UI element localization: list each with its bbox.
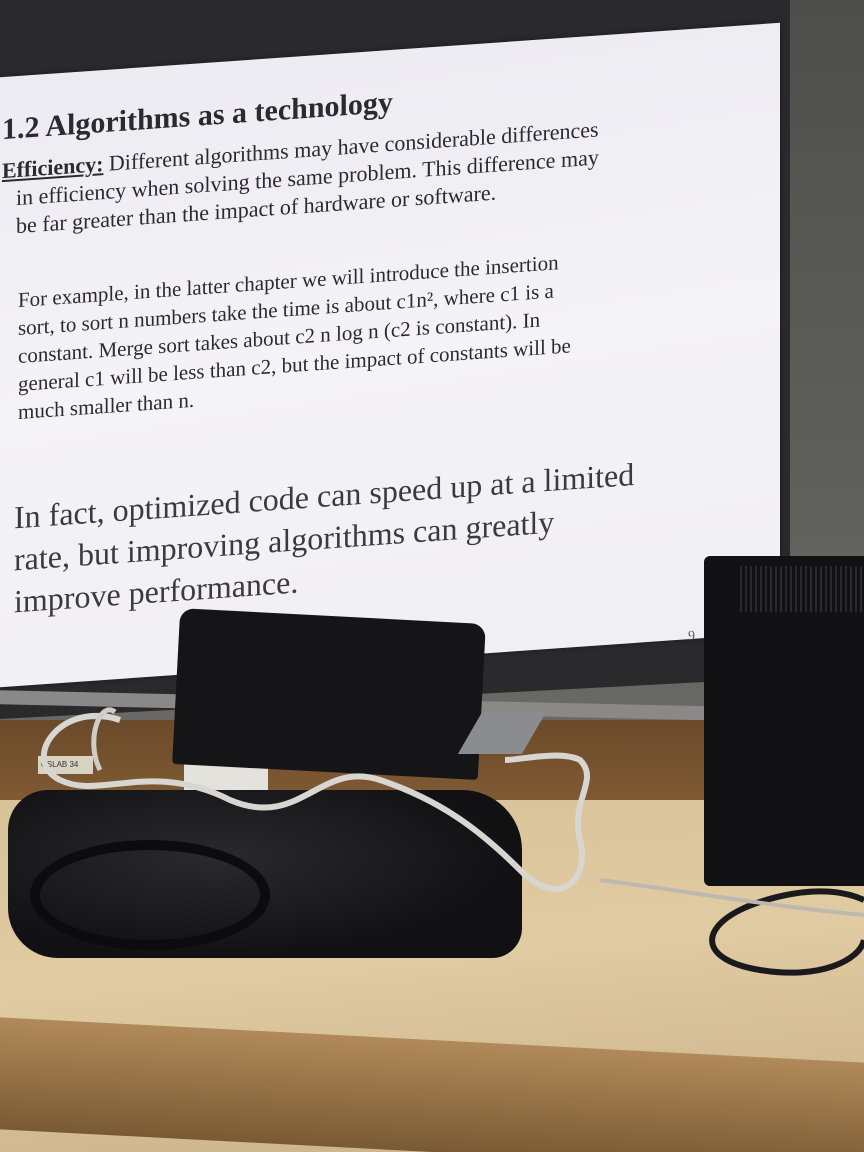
cables [40, 707, 864, 976]
photo-scene: 1.2 Algorithms as a technology Efficienc… [0, 0, 864, 1152]
black-cable [709, 888, 864, 976]
white-cable [40, 712, 591, 892]
monitor-cable [599, 878, 864, 917]
